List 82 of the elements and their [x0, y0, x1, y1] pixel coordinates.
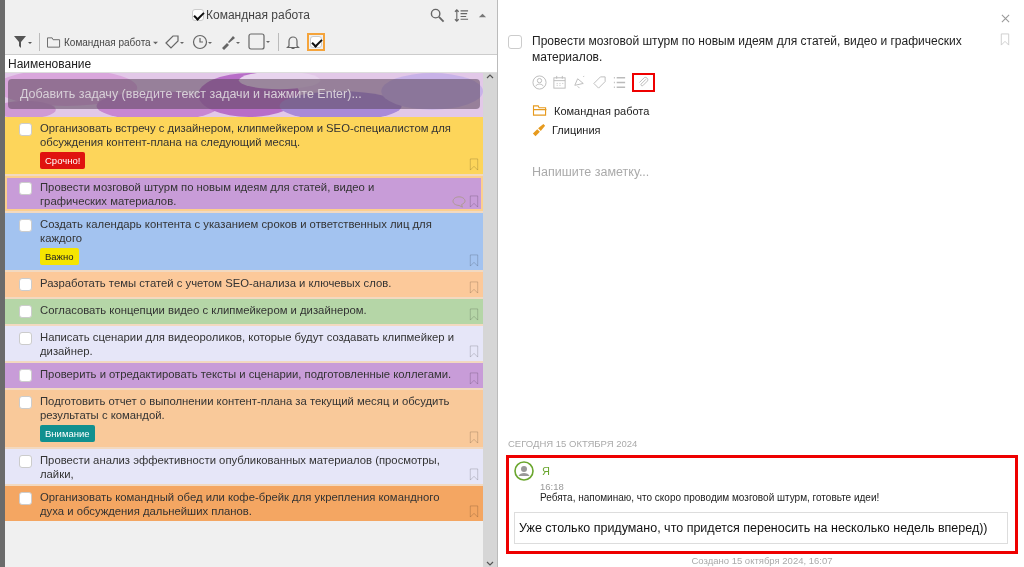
checkbox[interactable] — [19, 182, 32, 195]
folder-name: Командная работа — [554, 104, 650, 117]
search-icon[interactable] — [430, 8, 445, 23]
folder-dropdown[interactable]: Командная работа — [46, 35, 158, 49]
comment-time: 16:18 — [539, 481, 565, 492]
task-text: Провести мозговой штурм по новым идеям для статей, видео и графических материалов. — [40, 180, 376, 208]
checkbox[interactable] — [19, 305, 32, 318]
checkbox[interactable] — [192, 9, 204, 21]
bookmark-icon[interactable] — [469, 195, 479, 208]
bookmark-icon[interactable] — [469, 505, 479, 518]
bookmark-icon[interactable] — [469, 431, 479, 444]
task-text: Организовать командный обед или кофе-брейк для укрепления командного духа и обсуждения дальнейших планов. — [40, 490, 441, 518]
bookmark-icon[interactable] — [469, 281, 479, 294]
bookmark-icon[interactable] — [469, 345, 479, 358]
brush-icon — [532, 123, 546, 137]
task-text: Подготовить отчет о выполнении контент-плана за текущий месяц и обсудить результаты с командой. — [40, 394, 451, 422]
comment-icon[interactable] — [452, 195, 466, 208]
sort-icon[interactable] — [454, 8, 469, 23]
checkbox[interactable] — [19, 332, 32, 345]
tag-label: Срочно! — [40, 152, 86, 169]
tag-icon[interactable] — [163, 34, 186, 50]
task-row[interactable]: Провести анализ эффективности опубликованных материалов (просмотры, лайки, — [5, 449, 483, 484]
folder-icon — [532, 104, 548, 117]
task-text: Проверить и отредактировать тексты и сценарии, подготовленные коллегами. — [40, 367, 452, 381]
task-row[interactable]: Провести мозговой штурм по новым идеям для статей, видео и графических материалов. — [5, 176, 483, 211]
collapse-icon[interactable] — [478, 11, 487, 20]
comment-text: Ребята, напоминаю, что скоро проводим мозговой штурм, готовьте идеи! — [539, 492, 881, 503]
column-header: Наименование — [8, 56, 92, 71]
checkbox[interactable] — [19, 396, 32, 409]
folder-icon — [46, 35, 62, 49]
bookmark-icon[interactable] — [469, 158, 479, 171]
task-row[interactable]: Организовать встречу с дизайнером, клипмейкером и SEO-специалистом для обсуждения контент-плана на следующий месяц. Срочно! — [5, 117, 483, 174]
completed-filter-toggle[interactable] — [306, 33, 325, 51]
clock-icon[interactable] — [191, 34, 214, 50]
scroll-down-icon[interactable] — [486, 561, 494, 567]
checkbox[interactable] — [19, 278, 32, 291]
task-row[interactable]: Проверить и отредактировать тексты и сценарии, подготовленные коллегами. — [5, 363, 483, 388]
square-icon[interactable] — [247, 33, 272, 51]
scrollbar[interactable] — [483, 73, 497, 567]
checklist-icon[interactable] — [612, 75, 627, 90]
avatar-icon — [514, 461, 534, 481]
task-text: Согласовать концепции видео с клипмейкером и дизайнером. — [40, 303, 367, 317]
task-text: Организовать встречу с дизайнером, клипмейкером и SEO-специалистом для обсуждения контент-плана на следующий месяц. — [40, 121, 452, 149]
task-text: Создать календарь контента с указанием сроков и ответственных лиц для каждого — [40, 217, 433, 245]
checkbox[interactable] — [19, 492, 32, 505]
bookmark-icon[interactable] — [469, 372, 479, 385]
tag-label: Внимание — [40, 425, 95, 442]
close-icon[interactable] — [1001, 14, 1010, 23]
add-task-field[interactable]: Добавить задачу (введите текст задачи и нажмите Enter)... — [8, 79, 480, 109]
list-title: Командная работа — [206, 8, 310, 22]
bookmark-icon[interactable] — [469, 468, 479, 481]
date-header: СЕГОДНЯ 15 ОКТЯБРЯ 2024 — [508, 438, 639, 451]
tag-label: Важно — [40, 248, 79, 265]
task-text: Провести анализ эффективности опубликованных материалов (просмотры, лайки, — [40, 453, 441, 481]
checkbox[interactable] — [19, 369, 32, 382]
comment-author: Я — [542, 465, 550, 477]
task-text: Написать сценарии для видеороликов, которые будут создавать клипмейкер и дизайнер. — [40, 330, 456, 358]
bookmark-icon[interactable] — [469, 308, 479, 321]
task-row[interactable]: Создать календарь контента с указанием сроков и ответственных лиц для каждого Важно — [5, 213, 483, 270]
bookmark-icon[interactable] — [469, 254, 479, 267]
checkbox[interactable] — [508, 35, 522, 49]
checkbox[interactable] — [19, 455, 32, 468]
calendar-icon[interactable] — [552, 75, 567, 90]
attachment-icon[interactable] — [632, 73, 655, 92]
task-row[interactable]: Написать сценарии для видеороликов, которые будут создавать клипмейкер и дизайнер. — [5, 326, 483, 361]
bell-icon[interactable] — [284, 34, 301, 50]
task-row[interactable]: Подготовить отчет о выполнении контент-плана за текущий месяц и обсудить результаты с командой. Внимание — [5, 390, 483, 447]
reply-field[interactable]: Уже столько придумано, что придется переносить на несколько недель вперед)) — [514, 512, 1008, 544]
task-title: Провести мозговой штурм по новым идеям для статей, видео и графических материалов. — [532, 33, 963, 65]
user-icon[interactable] — [532, 75, 547, 90]
color-name: Глициния — [552, 124, 601, 136]
created-date: Создано 15 октября 2024, 16:07 — [690, 554, 834, 567]
checkbox[interactable] — [19, 219, 32, 232]
scroll-up-icon[interactable] — [486, 73, 494, 79]
caret-icon — [152, 39, 158, 45]
task-row[interactable]: Согласовать концепции видео с клипмейкером и дизайнером. — [5, 299, 483, 324]
task-row[interactable]: Организовать командный обед или кофе-брейк для укрепления командного духа и обсуждения дальнейших планов. — [5, 486, 483, 521]
checkbox[interactable] — [19, 123, 32, 136]
filter-icon[interactable] — [13, 34, 33, 50]
bookmark-icon[interactable] — [1000, 33, 1010, 46]
task-row[interactable]: Разработать темы статей с учетом SEO-анализа и ключевых слов. — [5, 272, 483, 297]
task-text: Разработать темы статей с учетом SEO-анализа и ключевых слов. — [40, 276, 392, 290]
